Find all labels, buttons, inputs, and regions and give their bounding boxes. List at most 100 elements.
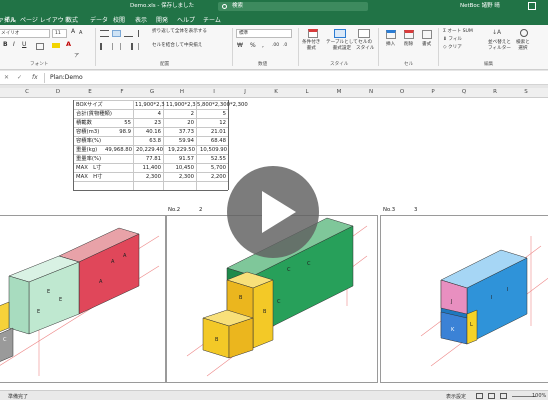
format-as-table-icon[interactable] [334,29,346,38]
align-right-icon[interactable] [124,43,133,50]
search-box[interactable]: 検索 [218,2,368,11]
col-header[interactable]: D [52,89,64,95]
table-cell[interactable]: 10,450 [163,164,194,172]
delete-cells-icon[interactable] [404,30,414,39]
tab-view[interactable]: 表示 [135,15,147,24]
table-cell[interactable]: 重量(kg) [76,146,97,154]
align-bottom-icon[interactable] [124,30,133,37]
table-cell[interactable]: 63.8 [133,137,161,145]
table-cell[interactable]: 5,700 [196,164,226,172]
table-cell[interactable]: 2 [163,110,194,118]
orientation-icon[interactable] [138,30,146,37]
table-cell[interactable]: 12 [196,119,226,127]
table-cell[interactable]: 5,800*2,300*2,300 [197,101,248,109]
col-header[interactable]: S [520,89,532,95]
zoom-level[interactable]: 100% [532,393,546,399]
align-left-icon[interactable] [100,43,109,50]
find-icon[interactable] [520,29,528,37]
format-button[interactable]: 書式 [422,42,431,48]
page-layout-icon[interactable] [488,393,495,399]
format-cells-icon[interactable] [422,30,432,39]
col-header[interactable]: O [396,89,408,95]
container-view-3[interactable]: J K I I L [380,215,548,383]
col-header[interactable]: I [208,89,220,95]
table-cell[interactable]: 40.16 [133,128,161,136]
col-header[interactable]: N [365,89,377,95]
cell-styles-icon[interactable] [358,29,370,38]
col-header[interactable]: R [489,89,501,95]
col-header[interactable]: E [84,89,96,95]
table-cell[interactable]: 容積(m3) [76,128,99,136]
col-header[interactable]: J [239,89,251,95]
tab-formulas[interactable]: 数式 [66,15,78,24]
number-format-select[interactable]: 標準 [236,29,292,38]
tab-page-layout[interactable]: ページ レイアウト [20,15,70,24]
table-cell[interactable]: 49,968.80 [96,146,132,154]
table-cell[interactable]: 68.48 [196,137,226,145]
enter-icon[interactable]: ✓ [17,74,22,81]
sort-filter-icon[interactable]: ↓A [492,29,502,38]
table-cell[interactable]: 23 [133,119,161,127]
tab-data[interactable]: データ [90,15,108,24]
shrink-font-icon[interactable]: A [79,30,82,36]
border-icon[interactable] [36,43,44,50]
display-settings-button[interactable]: 表示設定 [446,393,466,400]
format-as-table-button[interactable]: テーブルとして 書式設定 [326,40,358,52]
kana-icon[interactable]: ア [74,53,79,59]
col-header[interactable]: G [146,89,158,95]
table-cell[interactable]: MAX L寸 [76,164,101,172]
restore-window-icon[interactable] [528,2,536,10]
fill-button[interactable]: ⬇ フィル [443,37,462,43]
table-cell[interactable]: 21.01 [196,128,226,136]
normal-view-icon[interactable] [476,393,483,399]
underline-icon[interactable]: U [22,42,26,48]
tab-insert[interactable]: 挿入 [4,15,16,24]
formula-input[interactable]: Plan:Demo [50,74,83,81]
font-size-select[interactable]: 11 [52,29,67,38]
table-cell[interactable]: 2,200 [196,173,226,181]
clear-button[interactable]: ◇ クリア [443,45,462,51]
col-header[interactable]: Q [458,89,470,95]
table-cell[interactable]: 10,509.90 [196,146,227,154]
comma-format-icon[interactable]: , [262,43,264,49]
col-header[interactable]: H [176,89,188,95]
indent-icon[interactable] [138,43,146,50]
container-view-1[interactable]: A A A E E E C [0,215,166,383]
tab-help[interactable]: ヘルプ [177,15,195,24]
font-color-icon[interactable]: A [66,41,71,48]
user-name[interactable]: NetBoc 諸野 晴 [460,2,500,10]
table-cell[interactable]: 59.94 [163,137,194,145]
merge-center-button[interactable]: セルを結合して中央揃え [152,43,202,49]
table-cell[interactable]: 19,229.50 [163,146,195,154]
table-cell[interactable]: 容積率(%) [76,137,101,145]
table-cell[interactable]: 91.57 [163,155,194,163]
tab-team[interactable]: チーム [203,15,221,24]
col-header[interactable]: F [116,89,128,95]
conditional-format-icon[interactable] [308,29,318,38]
insert-cells-icon[interactable] [386,30,396,39]
bold-icon[interactable]: B [3,42,8,48]
col-header[interactable]: K [270,89,282,95]
table-cell[interactable]: 98.9 [100,128,131,136]
tab-review[interactable]: 校閲 [113,15,125,24]
tab-developer[interactable]: 開発 [156,15,168,24]
table-cell[interactable]: 52.55 [196,155,226,163]
increase-decimal-icon[interactable]: .00 [272,43,279,49]
table-cell[interactable]: 37.73 [163,128,194,136]
align-middle-icon[interactable] [112,30,121,37]
table-cell[interactable]: 11,400 [133,164,161,172]
table-cell[interactable]: 11,900*2,3 [135,101,165,109]
accounting-format-icon[interactable]: ₩ [237,43,243,49]
table-cell[interactable]: 20,229.40 [133,146,163,154]
delete-button[interactable]: 削除 [404,42,413,48]
col-header[interactable]: P [427,89,439,95]
align-center-icon[interactable] [112,43,121,50]
italic-icon[interactable]: I [13,42,15,48]
table-cell[interactable]: 20 [163,119,194,127]
fill-color-icon[interactable] [52,43,60,48]
page-break-icon[interactable] [500,393,507,399]
autosum-button[interactable]: Σ オート SUM [443,29,473,35]
cell-styles-button[interactable]: セルの スタイル [356,40,374,52]
col-header[interactable]: L [301,89,313,95]
table-cell[interactable]: 77.81 [133,155,161,163]
